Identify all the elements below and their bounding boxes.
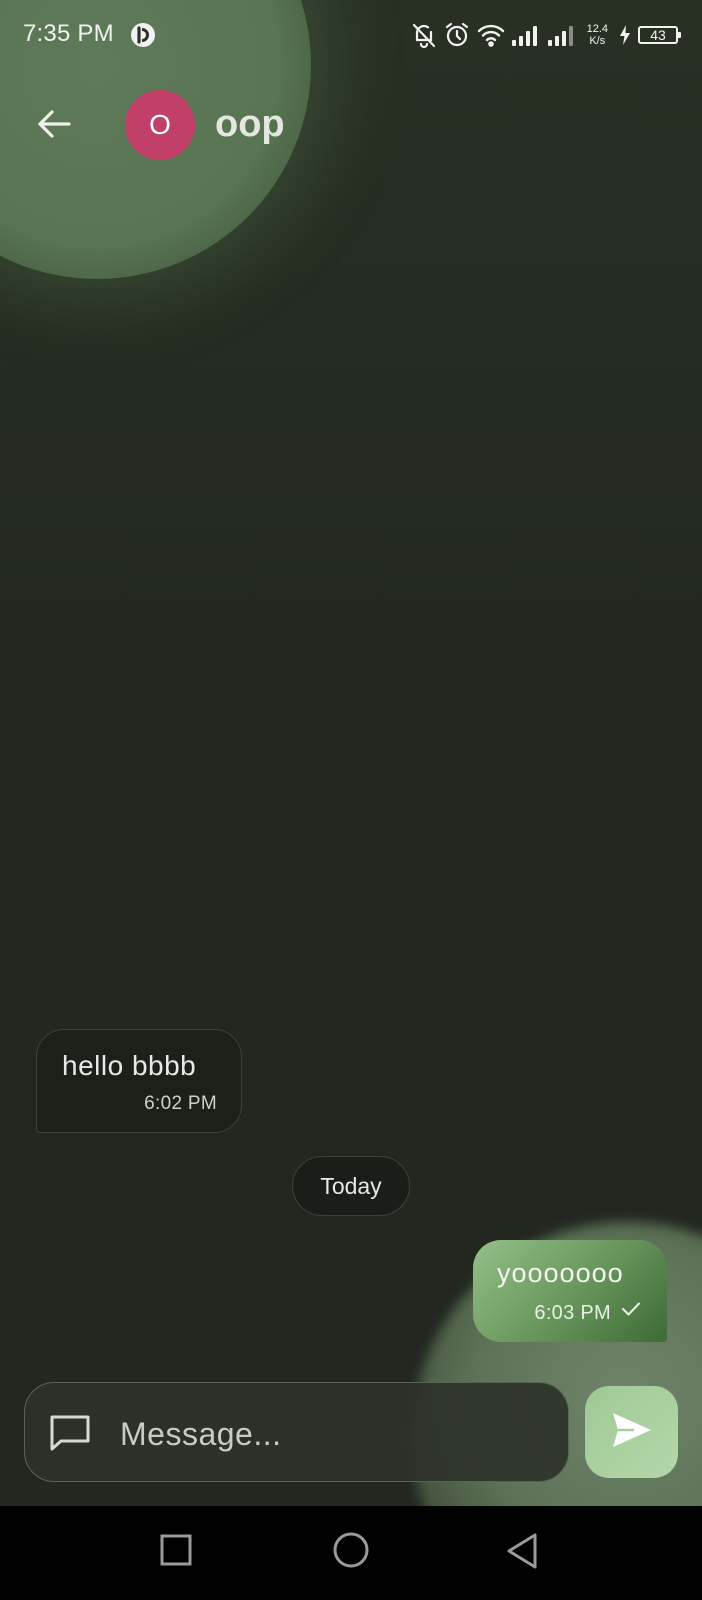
send-icon: [610, 1410, 654, 1455]
contact-name[interactable]: oop: [215, 102, 285, 146]
chat-header: O oop: [0, 84, 702, 164]
network-speed: 12.4 K/s: [587, 23, 608, 47]
recents-square-icon[interactable]: [158, 1532, 194, 1573]
alarm-icon: [443, 21, 471, 49]
signal-icon: [511, 23, 541, 47]
message-square-icon: [49, 1414, 91, 1452]
message-input[interactable]: [118, 1407, 542, 1461]
battery-icon: 43: [638, 26, 681, 44]
message-text: yooooooo: [497, 1258, 624, 1288]
network-speed-value: 12.4: [586, 23, 608, 35]
back-triangle-icon[interactable]: [505, 1532, 541, 1577]
status-time: 7:35 PM: [23, 20, 114, 47]
message-text: hello bbbb: [62, 1050, 197, 1081]
system-nav-bar: [0, 1506, 702, 1600]
message-time: 6:02 PM: [144, 1093, 217, 1114]
bell-off-icon: [411, 21, 437, 49]
network-speed-unit: K/s: [589, 35, 606, 47]
message-time: 6:03 PM: [534, 1302, 611, 1325]
charging-icon: [618, 24, 632, 46]
send-button[interactable]: [585, 1386, 678, 1478]
battery-level: 43: [650, 27, 666, 43]
avatar[interactable]: O: [125, 90, 195, 160]
message-time-text: 6:03 PM: [534, 1302, 611, 1324]
status-icons: 12.4 K/s 43: [411, 18, 681, 52]
message-incoming[interactable]: hello bbbb 6:02 PM: [36, 1029, 242, 1133]
back-button[interactable]: [30, 102, 78, 150]
wifi-icon: [477, 23, 505, 47]
date-separator: Today: [292, 1156, 410, 1216]
check-icon: [621, 1301, 641, 1322]
chat-screen: 7:35 PM 12.4 K/s 43 O oop hello bbbb 6:0…: [0, 0, 702, 1600]
app-indicator-icon: [130, 22, 156, 48]
status-bar: 7:35 PM 12.4 K/s 43: [0, 0, 702, 70]
arrow-left-icon: [36, 108, 72, 145]
home-circle-icon[interactable]: [331, 1532, 371, 1577]
message-composer: [24, 1382, 569, 1482]
signal-icon: [547, 23, 577, 47]
avatar-initial: O: [149, 109, 171, 140]
message-outgoing[interactable]: yooooooo 6:03 PM: [473, 1240, 667, 1342]
